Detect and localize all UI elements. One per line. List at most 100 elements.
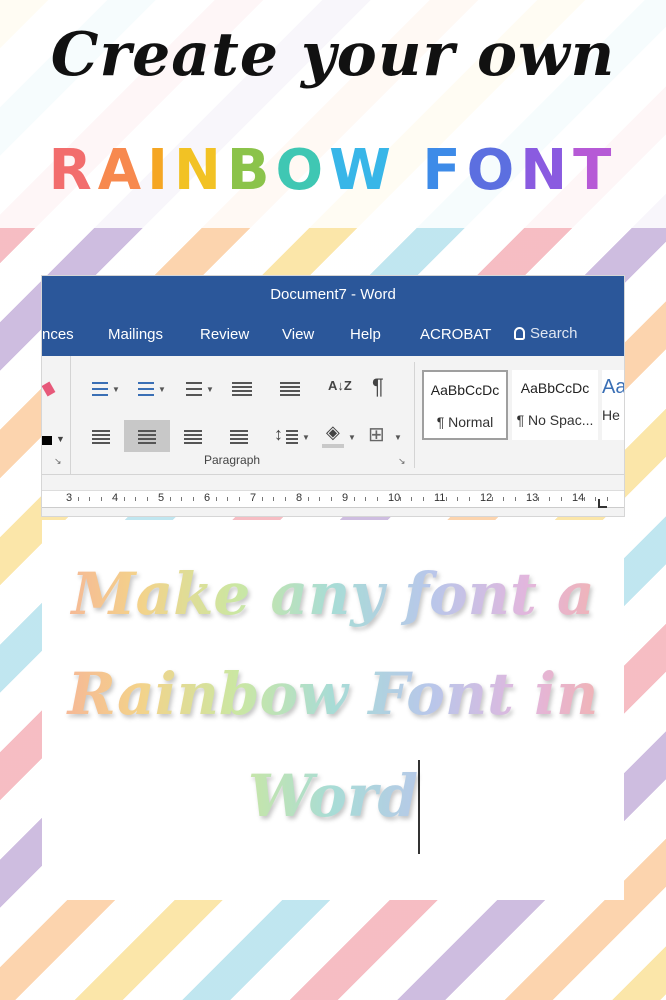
rainbow-letter: R [48, 138, 98, 203]
chevron-down-icon[interactable]: ▼ [206, 385, 214, 394]
ruler-number: 8 [296, 492, 303, 504]
paragraph-group-label: Paragraph [204, 453, 261, 467]
chevron-down-icon[interactable]: ▼ [112, 385, 120, 394]
rainbow-letter: N [520, 138, 574, 203]
ruler-tick [365, 497, 366, 501]
rainbow-letter [397, 138, 423, 203]
dialog-launcher-icon[interactable]: ↘ [54, 456, 62, 467]
ruler-number: 6 [204, 492, 211, 504]
shading-icon[interactable]: ◈ [326, 422, 340, 443]
ruler-tick [216, 497, 217, 501]
multilevel-list-icon[interactable] [186, 382, 202, 396]
ruler-tick [446, 497, 447, 501]
ruler[interactable]: 3 4 5 6 7 8 9 10 11 12 13 14 [42, 490, 624, 508]
right-margin-marker[interactable] [598, 499, 607, 508]
headline-rainbow-font: RAINBOW FONT [0, 138, 666, 203]
ruler-number: 3 [66, 492, 73, 504]
ruler-tick [400, 497, 401, 501]
ribbon-tabs: nces Mailings Review View Help ACROBAT S… [42, 314, 624, 356]
ruler-number: 9 [342, 492, 349, 504]
decrease-indent-icon[interactable] [232, 382, 252, 396]
ruler-tick [135, 497, 136, 501]
tab-acrobat[interactable]: ACROBAT [420, 326, 491, 343]
ruler-tick [319, 497, 320, 501]
ruler-tick [227, 497, 228, 501]
ruler-number: 10 [388, 492, 401, 504]
tab-references[interactable]: nces [42, 326, 74, 343]
ruler-tick [273, 497, 274, 501]
ruler-tick [515, 497, 516, 501]
text-cursor [418, 760, 420, 854]
ruler-tick [377, 497, 378, 501]
ruler-tick [170, 497, 171, 501]
ruler-number: 14 [572, 492, 585, 504]
rainbow-letter: T [573, 138, 618, 203]
document-page[interactable]: Make any font a Rainbow Font in Word [42, 520, 624, 900]
ruler-tick [308, 497, 309, 501]
rainbow-text-line-1: Make any font a [42, 560, 624, 628]
group-separator [414, 362, 415, 468]
chevron-down-icon[interactable]: ▼ [158, 385, 166, 394]
borders-icon[interactable]: ⊞ [368, 422, 385, 447]
ruler-tick [89, 497, 90, 501]
chevron-down-icon[interactable]: ▼ [302, 433, 310, 442]
ruler-tick [101, 497, 102, 501]
ruler-tick [503, 497, 504, 501]
ruler-tick [457, 497, 458, 501]
chevron-down-icon[interactable]: ▼ [394, 433, 402, 442]
style-heading[interactable]: Aa He [602, 370, 624, 440]
increase-indent-icon[interactable] [280, 382, 300, 396]
justify-icon[interactable] [230, 430, 248, 444]
tab-mailings[interactable]: Mailings [108, 326, 163, 343]
ruler-tick [78, 497, 79, 501]
ruler-number: 13 [526, 492, 539, 504]
ruler-tick [549, 497, 550, 501]
ruler-tick [193, 497, 194, 501]
ruler-tick [492, 497, 493, 501]
tell-me-search[interactable]: Search [514, 325, 578, 342]
font-color-swatch[interactable] [42, 436, 52, 445]
pilcrow-icon[interactable]: ¶ [372, 374, 384, 400]
window-title: Document7 - Word [42, 276, 624, 314]
ruler-number: 4 [112, 492, 119, 504]
tab-view[interactable]: View [282, 326, 314, 343]
chevron-down-icon[interactable]: ▼ [348, 433, 356, 442]
ruler-tick [262, 497, 263, 501]
ruler-tick [595, 497, 596, 501]
style-sample: AaBbCcDc [520, 380, 590, 396]
bullets-icon[interactable] [92, 382, 108, 396]
chevron-down-icon[interactable]: ▼ [56, 434, 65, 444]
style-sample: Aa [602, 376, 624, 398]
numbering-icon[interactable] [138, 382, 154, 396]
rainbow-letter: B [226, 138, 276, 203]
style-no-spacing[interactable]: AaBbCcDc ¶ No Spac... [512, 370, 598, 440]
ruler-tick [538, 497, 539, 501]
headline-create-your-own: Create your own [50, 20, 616, 90]
style-label: He [602, 407, 620, 423]
tab-help[interactable]: Help [350, 326, 381, 343]
ruler-tick [469, 497, 470, 501]
search-label: Search [530, 325, 578, 342]
style-label: ¶ No Spac... [516, 412, 594, 428]
rainbow-letter: A [97, 138, 148, 203]
style-normal[interactable]: AaBbCcDc ¶ Normal [422, 370, 508, 440]
ruler-number: 5 [158, 492, 165, 504]
align-right-icon[interactable] [184, 430, 202, 444]
line-spacing-icon[interactable]: ↕ [274, 424, 283, 445]
word-window: Document7 - Word nces Mailings Review Vi… [42, 276, 624, 516]
highlighter-icon[interactable] [42, 381, 56, 397]
ruler-tick [285, 497, 286, 501]
tab-review[interactable]: Review [200, 326, 249, 343]
rainbow-text-line-2: Rainbow Font in [42, 660, 624, 728]
ruler-tick [607, 497, 608, 501]
ruler-number: 12 [480, 492, 493, 504]
ruler-tick [354, 497, 355, 501]
sort-icon[interactable]: A↓Z [328, 378, 352, 393]
dialog-launcher-icon[interactable]: ↘ [398, 456, 406, 467]
rainbow-letter: I [147, 138, 174, 203]
rainbow-text-line-3: Word [42, 762, 624, 830]
align-left-icon[interactable] [92, 430, 110, 444]
lightbulb-icon [514, 327, 525, 340]
rainbow-letter: O [275, 138, 330, 203]
style-label: ¶ Normal [436, 414, 494, 430]
